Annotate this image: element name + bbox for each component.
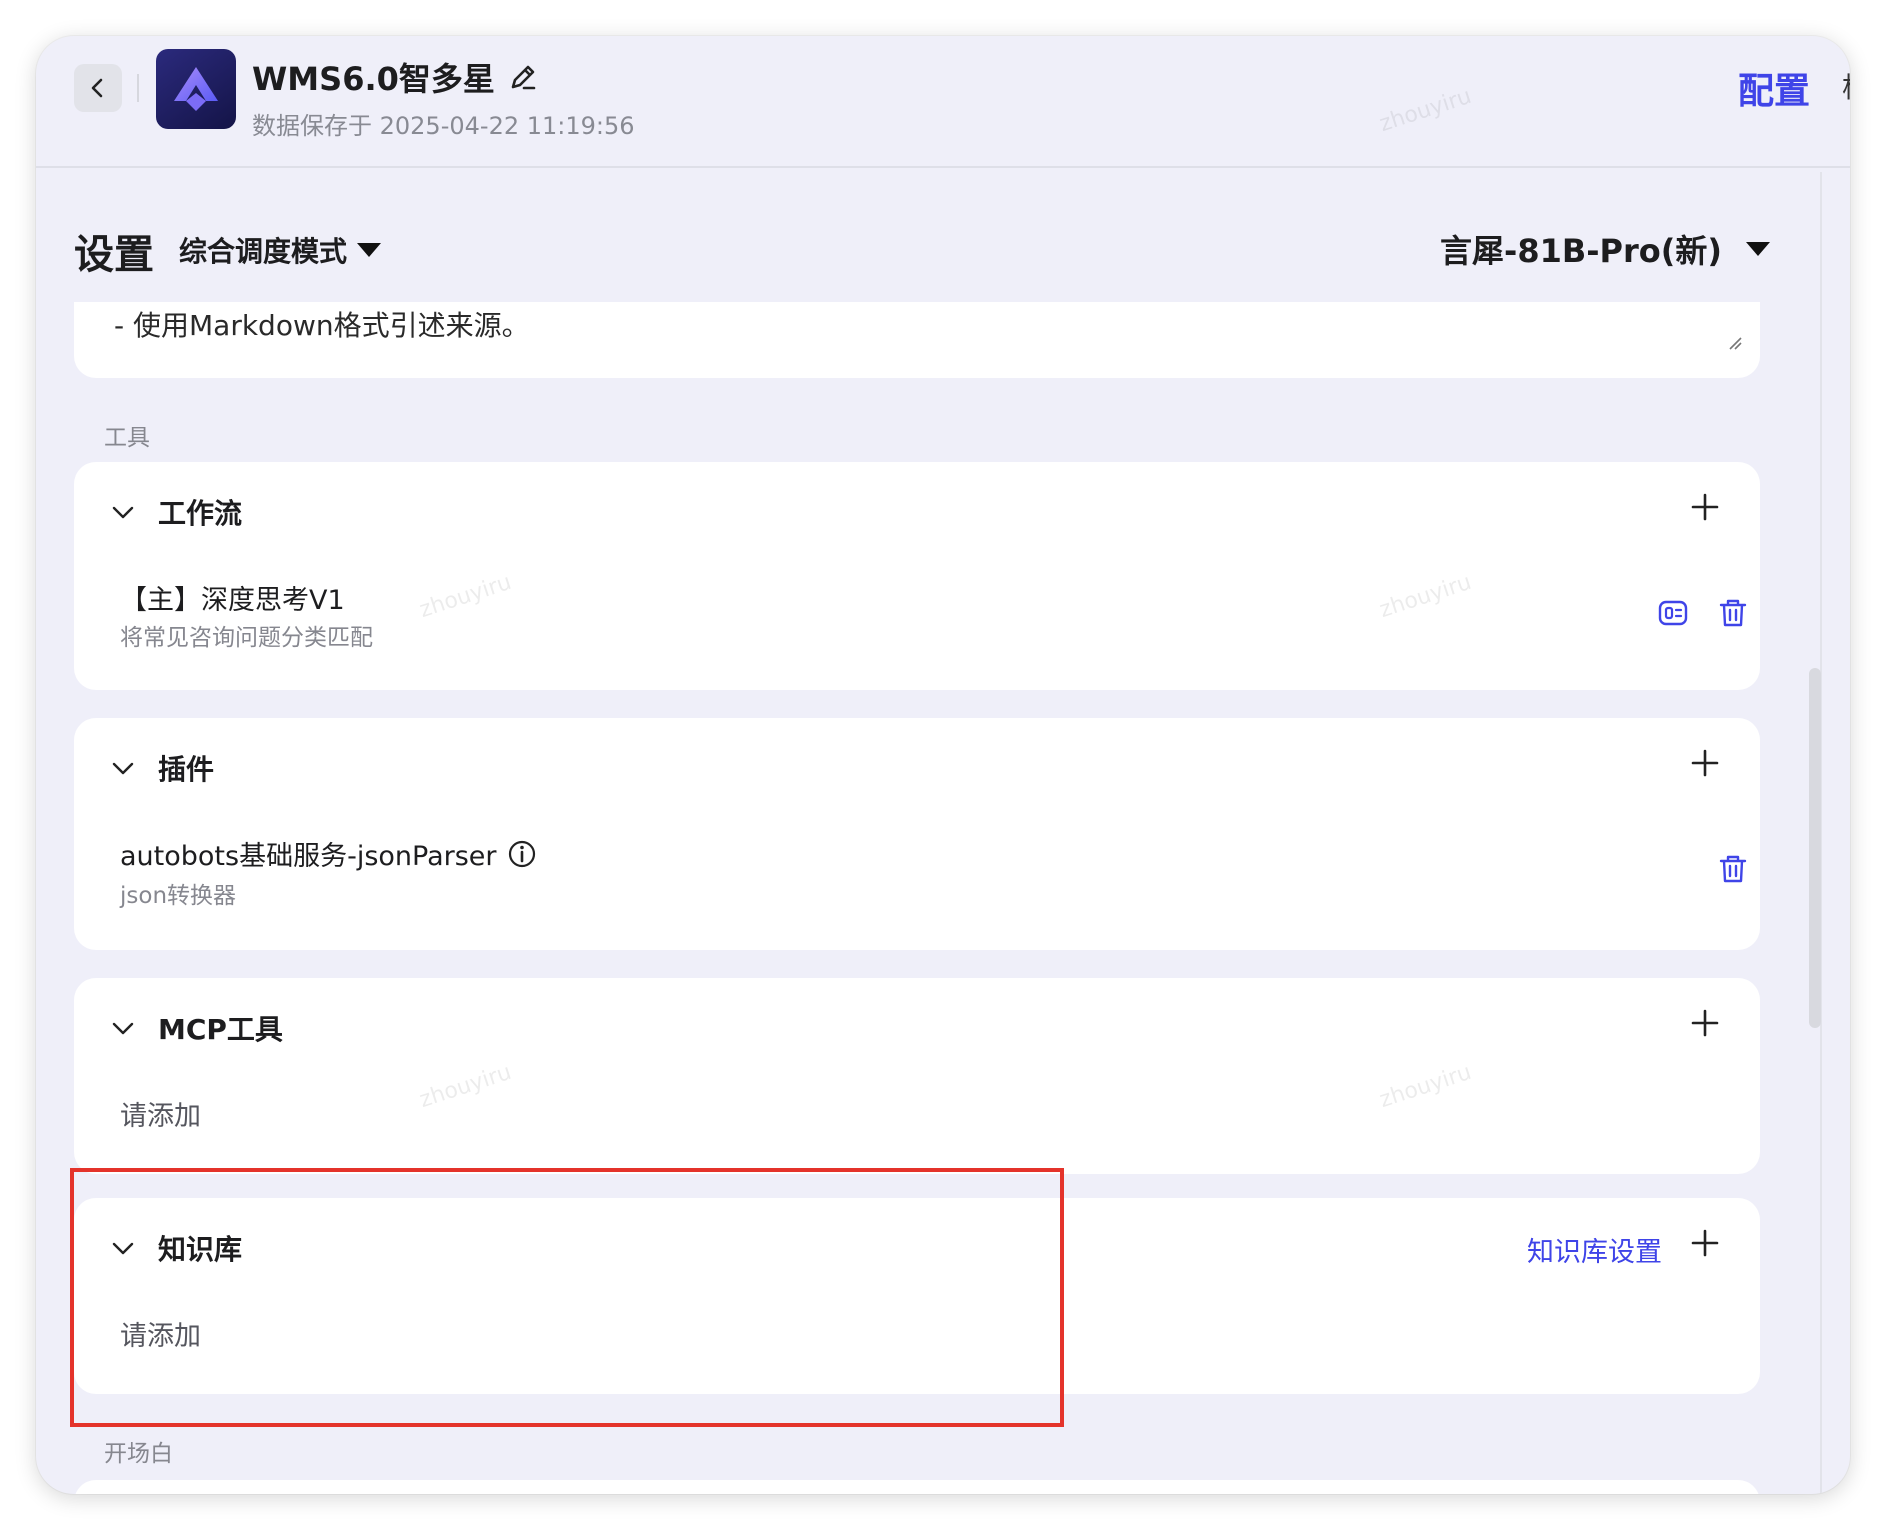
workflow-item-title: 【主】深度思考V1 xyxy=(120,578,345,617)
edit-pencil-icon[interactable] xyxy=(507,61,539,93)
caret-down-icon xyxy=(1746,242,1770,256)
plugins-title: 插件 xyxy=(158,753,215,786)
prompt-text: - 使用Markdown格式引述来源。 xyxy=(114,309,530,342)
add-plugin-plus-icon[interactable] xyxy=(1690,748,1720,778)
add-knowledge-plus-icon[interactable] xyxy=(1690,1228,1720,1258)
plugin-item-title: autobots基础服务-jsonParser xyxy=(120,834,537,873)
workflow-item-name: 【主】深度思考V1 xyxy=(120,585,345,616)
app-title-text: WMS6.0智多星 xyxy=(252,60,495,98)
saved-timestamp: 数据保存于 2025-04-22 11:19:56 xyxy=(252,112,635,140)
tools-section-label: 工具 xyxy=(104,425,150,451)
mode-value: 综合调度模式 xyxy=(179,235,348,268)
plugins-header[interactable]: 插件 xyxy=(110,748,214,788)
resize-handle-icon[interactable] xyxy=(1728,336,1742,350)
mcp-empty-text[interactable]: 请添加 xyxy=(120,1094,201,1133)
clipped-header-text: 构 xyxy=(1842,66,1850,106)
trash-icon[interactable] xyxy=(1716,596,1750,630)
mode-dropdown[interactable]: 综合调度模式 xyxy=(179,230,382,270)
header-divider xyxy=(137,74,139,102)
add-workflow-plus-icon[interactable] xyxy=(1690,492,1720,522)
opening-section-label: 开场白 xyxy=(104,1441,173,1467)
workflow-config-icon[interactable] xyxy=(1656,596,1690,630)
model-dropdown[interactable]: 言犀-81B-Pro(新) xyxy=(1440,226,1770,272)
plugins-card: 插件 autobots基础服务-jsonParser json转换器 xyxy=(74,718,1760,950)
workflow-title: 工作流 xyxy=(158,497,243,530)
settings-title: 设置 xyxy=(74,232,154,278)
plugin-item-name: autobots基础服务-jsonParser xyxy=(120,841,497,872)
mcp-tools-card: MCP工具 请添加 xyxy=(74,978,1760,1174)
opening-card xyxy=(74,1480,1760,1494)
app-logo xyxy=(156,49,236,129)
add-mcp-plus-icon[interactable] xyxy=(1690,1008,1720,1038)
chevron-down-icon xyxy=(112,1022,134,1035)
caret-down-icon xyxy=(357,243,382,257)
chevron-left-icon xyxy=(91,78,103,98)
info-icon[interactable] xyxy=(507,839,537,869)
highlight-annotation-box xyxy=(70,1168,1064,1427)
workflow-header[interactable]: 工作流 xyxy=(110,492,242,532)
config-tab[interactable]: 配置 xyxy=(1738,62,1810,114)
mcp-tools-title: MCP工具 xyxy=(158,1013,283,1046)
trash-icon[interactable] xyxy=(1716,852,1750,886)
chevron-down-icon xyxy=(112,506,134,519)
model-value: 言犀-81B-Pro(新) xyxy=(1440,232,1722,270)
chevron-down-icon xyxy=(112,762,134,775)
workflow-item-desc: 将常见咨询问题分类匹配 xyxy=(120,625,373,651)
mcp-tools-header[interactable]: MCP工具 xyxy=(110,1008,283,1048)
app-title: WMS6.0智多星 xyxy=(252,54,539,100)
prompt-textarea[interactable]: - 使用Markdown格式引述来源。 xyxy=(74,302,1760,378)
knowledge-base-settings-link[interactable]: 知识库设置 xyxy=(1527,1230,1662,1269)
plugin-item-desc: json转换器 xyxy=(120,883,237,909)
top-header: WMS6.0智多星 数据保存于 2025-04-22 11:19:56 配置 构 xyxy=(36,36,1850,168)
scrollbar-thumb[interactable] xyxy=(1809,668,1821,1028)
workflow-card: 工作流 【主】深度思考V1 将常见咨询问题分类匹配 xyxy=(74,462,1760,690)
back-button[interactable] xyxy=(74,64,122,112)
